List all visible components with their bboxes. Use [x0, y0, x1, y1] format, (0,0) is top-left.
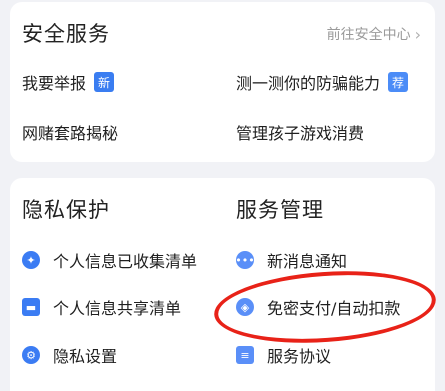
privacy-settings-item[interactable]: ⚙ 隐私设置 [22, 343, 117, 367]
page: 安全服务 前往安全中心 › 我要举报 新 测一测你的防骗能力 荐 网赌套路揭秘 … [0, 0, 445, 391]
goto-security-center-link[interactable]: 前往安全中心 › [327, 24, 421, 44]
fraud-test-item[interactable]: 测一测你的防骗能力 荐 [236, 70, 409, 94]
shared-info-label: 个人信息共享清单 [53, 299, 182, 318]
goto-security-center-label: 前往安全中心 [326, 27, 411, 43]
gambling-item[interactable]: 网赌套路揭秘 [22, 120, 118, 144]
message-icon: ••• [235, 251, 255, 269]
fraud-test-label: 测一测你的防骗能力 [236, 74, 381, 93]
security-card: 安全服务 前往安全中心 › 我要举报 新 测一测你的防骗能力 荐 网赌套路揭秘 … [10, 2, 435, 162]
auto-debit-item[interactable]: ◈ 免密支付/自动扣款 [236, 295, 400, 319]
shared-info-item[interactable]: ▬ 个人信息共享清单 [22, 295, 181, 319]
service-agreement-item[interactable]: ≡ 服务协议 [236, 343, 331, 367]
shield-icon: ◈ [236, 298, 254, 316]
message-notify-item[interactable]: ••• 新消息通知 [235, 248, 348, 272]
collected-info-item[interactable]: ✦ 个人信息已收集清单 [22, 248, 197, 272]
privacy-settings-label: 隐私设置 [53, 347, 118, 366]
report-label: 我要举报 [22, 74, 87, 93]
gambling-label: 网赌套路揭秘 [22, 124, 119, 143]
new-badge: 新 [94, 72, 115, 92]
folder-icon: ▬ [22, 298, 40, 316]
security-title: 安全服务 [22, 22, 110, 46]
service-agreement-label: 服务协议 [267, 347, 332, 366]
gear-icon: ⚙ [22, 346, 40, 364]
service-title: 服务管理 [236, 198, 324, 222]
privacy-service-card: 隐私保护 服务管理 ✦ 个人信息已收集清单 ▬ 个人信息共享清单 ⚙ 隐私设置 … [10, 178, 435, 391]
privacy-title: 隐私保护 [22, 198, 110, 222]
recommend-badge: 荐 [388, 72, 409, 92]
document-icon: ≡ [236, 346, 254, 364]
info-list-icon: ✦ [22, 251, 40, 269]
collected-info-label: 个人信息已收集清单 [53, 252, 198, 271]
kids-games-item[interactable]: 管理孩子游戏消费 [236, 120, 364, 144]
message-notify-label: 新消息通知 [267, 252, 348, 271]
chevron-right-icon: › [414, 24, 421, 44]
report-item[interactable]: 我要举报 新 [22, 70, 115, 94]
kids-games-label: 管理孩子游戏消费 [236, 124, 365, 143]
auto-debit-label: 免密支付/自动扣款 [267, 299, 401, 318]
